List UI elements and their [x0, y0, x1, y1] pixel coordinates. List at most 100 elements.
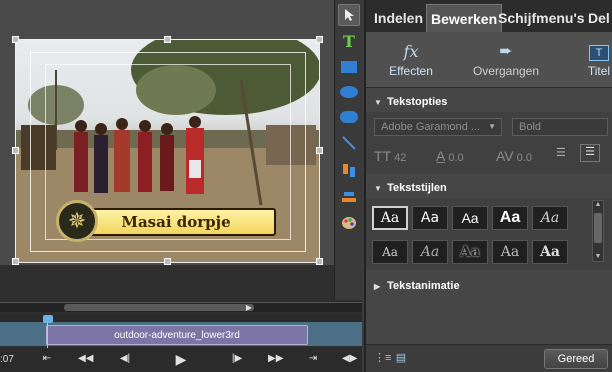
- title-clip[interactable]: outdoor-adventure_lower3rd: [46, 325, 308, 345]
- text-style-4[interactable]: Aa: [492, 206, 528, 230]
- text-style-9[interactable]: Aa: [492, 240, 528, 264]
- align-justify-icon[interactable]: ☰: [580, 144, 600, 162]
- subtab-label: Overgangen: [472, 64, 540, 78]
- align-tool-icon[interactable]: [338, 160, 360, 182]
- text-style-5[interactable]: Aa: [532, 206, 568, 230]
- text-style-2[interactable]: Aa: [412, 206, 448, 230]
- scroll-up-icon[interactable]: ▲: [593, 201, 603, 209]
- kerning-value: 0.0: [516, 152, 532, 164]
- rectangle-tool-icon[interactable]: [338, 56, 360, 78]
- title-text[interactable]: Masai dorpje: [121, 213, 230, 231]
- text-style-8[interactable]: Aa: [452, 240, 488, 264]
- timecode: :07: [0, 354, 14, 365]
- leading-icon: A̲: [436, 148, 446, 164]
- resize-handle-bl[interactable]: [12, 258, 19, 265]
- monitor-footer: [0, 265, 334, 300]
- text-style-1[interactable]: Aa: [372, 206, 408, 230]
- fast-forward-icon[interactable]: ▶▶: [268, 352, 283, 366]
- title-icon: T: [584, 40, 612, 64]
- playhead-handle[interactable]: [43, 315, 53, 323]
- timeline-panel: ◀ ▶ outdoor-adventure_lower3rd :07 ⇤ ◀◀ …: [0, 300, 362, 372]
- transport-controls: :07 ⇤ ◀◀ ◀| ▶ |▶ ▶▶ ⇥ ◀▶: [0, 348, 362, 372]
- resize-handle-r[interactable]: [316, 147, 323, 154]
- font-size-field[interactable]: TT 42: [374, 148, 406, 164]
- distribute-tool-icon[interactable]: [338, 186, 360, 208]
- timeline-zoom-icon[interactable]: ◀▶: [342, 352, 357, 366]
- resize-handle-tl[interactable]: [12, 36, 19, 43]
- tab-indelen[interactable]: Indelen: [370, 4, 427, 32]
- collapse-icon: ▼: [374, 98, 382, 107]
- resize-handle-t[interactable]: [164, 36, 171, 43]
- styles-scrollbar[interactable]: ▲ ▼: [592, 200, 604, 262]
- chevron-down-icon: ▼: [488, 122, 496, 131]
- section-title: Tekstopties: [387, 96, 448, 108]
- goto-end-icon[interactable]: ⇥: [306, 352, 320, 366]
- subtab-label: Titel: [587, 64, 611, 78]
- play-icon[interactable]: ▶: [174, 352, 188, 366]
- font-value: Adobe Garamond ...: [381, 121, 481, 133]
- section-tekststijlen[interactable]: ▼ Tekststijlen: [366, 180, 612, 196]
- section-tekstopties[interactable]: ▼ Tekstopties: [366, 94, 612, 110]
- expand-icon: ▶: [374, 282, 381, 291]
- text-style-10[interactable]: Aa: [532, 240, 568, 264]
- lower-third-title[interactable]: Masai dorpje ✵: [56, 200, 278, 242]
- leading-field[interactable]: A̲ 0.0: [436, 148, 464, 164]
- section-title: Tekststijlen: [387, 182, 447, 194]
- style-sample: Aa: [460, 244, 480, 260]
- resize-handle-b[interactable]: [164, 258, 171, 265]
- text-tool-icon[interactable]: T: [338, 30, 360, 52]
- scroll-right-icon[interactable]: ▶: [244, 303, 254, 312]
- style-sample: Aa: [420, 210, 440, 226]
- scroll-down-icon[interactable]: ▼: [593, 253, 603, 261]
- panel-footer: ⋮≡ ▤ Gereed: [366, 344, 612, 372]
- resize-handle-l[interactable]: [12, 147, 19, 154]
- color-palette-icon[interactable]: [338, 212, 360, 234]
- ellipse-tool-icon[interactable]: [338, 81, 360, 103]
- styles-scroll-thumb[interactable]: [594, 213, 602, 243]
- goto-start-icon[interactable]: ⇤: [40, 352, 54, 366]
- done-button[interactable]: Gereed: [544, 349, 608, 369]
- tree-view-icon[interactable]: ⋮≡: [374, 351, 391, 365]
- editor-window: Masai dorpje ✵ T ▶ outdoor-adventure_low…: [0, 0, 612, 372]
- rewind-icon[interactable]: ◀◀: [78, 352, 93, 366]
- text-style-7[interactable]: Aa: [412, 240, 448, 264]
- section-title: Tekstanimatie: [387, 280, 460, 292]
- playhead-line: [47, 323, 48, 349]
- tab-bewerken[interactable]: Bewerken: [426, 4, 503, 32]
- style-sample: Aa: [499, 209, 521, 226]
- clip-label: outdoor-adventure_lower3rd: [114, 329, 240, 341]
- scroll-thumb[interactable]: [64, 304, 254, 311]
- collapse-icon: ▼: [374, 184, 382, 193]
- text-styles-body: Aa Aa Aa Aa Aa Aa Aa Aa Aa Aa ▲ ▼: [366, 198, 612, 270]
- step-forward-icon[interactable]: |▶: [230, 352, 244, 366]
- kerning-field[interactable]: AV 0.0: [496, 148, 532, 164]
- subtab-overgangen[interactable]: ➨ Overgangen: [468, 40, 544, 78]
- text-style-6[interactable]: Aa: [372, 240, 408, 264]
- text-options-body: Adobe Garamond ... ▼ Bold TT 42 A̲ 0.0 AV 0…: [366, 112, 612, 174]
- style-sample: Aa: [380, 210, 400, 226]
- section-tekstanimatie[interactable]: ▶ Tekstanimatie: [366, 278, 612, 294]
- resize-handle-br[interactable]: [316, 258, 323, 265]
- timeline-scrollbar[interactable]: ◀ ▶: [0, 302, 362, 312]
- weight-dropdown[interactable]: Bold: [512, 118, 608, 136]
- tab-delen[interactable]: Del: [584, 4, 612, 32]
- leading-value: 0.0: [448, 152, 464, 164]
- step-back-icon[interactable]: ◀|: [118, 352, 132, 366]
- subtab-titel[interactable]: T Titel: [584, 40, 612, 78]
- subtab-effecten[interactable]: fx Effecten: [386, 40, 436, 78]
- resize-handle-tr[interactable]: [316, 36, 323, 43]
- playhead[interactable]: [43, 315, 53, 349]
- align-left-icon[interactable]: ☰: [556, 146, 566, 159]
- tasks-panel: Indelen Bewerken Schijfmenu's Del fx Eff…: [364, 0, 612, 372]
- font-dropdown[interactable]: Adobe Garamond ... ▼: [374, 118, 502, 136]
- time-ruler[interactable]: [0, 314, 362, 322]
- rounded-rectangle-tool-icon[interactable]: [338, 106, 360, 128]
- text-style-3[interactable]: Aa: [452, 206, 488, 230]
- selection-tool-icon[interactable]: [338, 4, 360, 26]
- style-sample: Aa: [461, 210, 479, 226]
- tab-schijfmenus[interactable]: Schijfmenu's: [494, 4, 589, 32]
- new-doc-icon[interactable]: ▤: [394, 351, 408, 365]
- tool-bar: T: [334, 0, 362, 300]
- edit-subtabs: fx Effecten ➨ Overgangen T Titel: [366, 32, 612, 88]
- line-tool-icon[interactable]: [338, 132, 360, 154]
